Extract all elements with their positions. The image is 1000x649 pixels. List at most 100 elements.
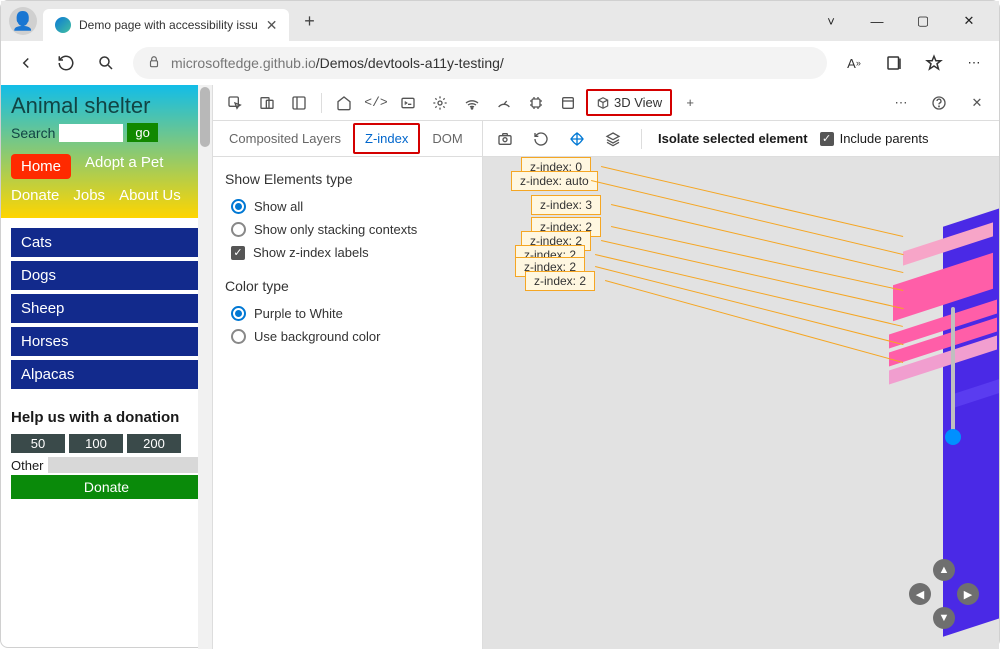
screenshot-icon[interactable] (493, 127, 517, 151)
leader-line (591, 180, 903, 255)
minimize-button[interactable]: — (855, 6, 899, 36)
pan-icon[interactable] (565, 127, 589, 151)
search-input[interactable] (59, 124, 123, 142)
zindex-label: z-index: 3 (531, 195, 601, 215)
subtab-dom[interactable]: DOM (422, 125, 472, 152)
cube-icon (596, 96, 610, 110)
radio-icon (231, 329, 246, 344)
favorite-icon[interactable] (921, 50, 947, 76)
opt-show-stacking[interactable]: Show only stacking contexts (225, 218, 470, 241)
help-icon[interactable] (925, 89, 953, 117)
back-button[interactable] (13, 50, 39, 76)
subtab-composited[interactable]: Composited Layers (219, 125, 351, 152)
close-devtools-button[interactable]: ✕ (963, 89, 991, 117)
donate-button[interactable]: Donate (11, 475, 202, 499)
nav-pad: ▲ ▼ ◀ ▶ (909, 559, 979, 629)
devtools-tabbar: </> 3D View + ⋯ ✕ (213, 85, 999, 121)
retake-icon[interactable] (529, 127, 553, 151)
3d-canvas[interactable]: Isolate selected element ✓Include parent… (483, 121, 999, 649)
more-tabs-button[interactable]: + (676, 89, 704, 117)
opt-bg-color[interactable]: Use background color (225, 325, 470, 348)
opt-purple[interactable]: Purple to White (225, 302, 470, 325)
device-icon[interactable] (253, 89, 281, 117)
leader-line (595, 266, 903, 345)
nav-adopt[interactable]: Adopt a Pet (85, 154, 163, 179)
collections-icon[interactable] (881, 50, 907, 76)
sidenav-cats[interactable]: Cats (11, 228, 202, 257)
welcome-icon[interactable] (330, 89, 358, 117)
page-viewport: Animal shelter Search go Home Adopt a Pe… (1, 85, 213, 649)
amount-50[interactable]: 50 (11, 434, 65, 453)
tab-3d-view[interactable]: 3D View (586, 89, 672, 116)
zoom-slider-thumb[interactable] (945, 429, 961, 445)
radio-icon (231, 306, 246, 321)
search-button[interactable] (93, 50, 119, 76)
nav-jobs[interactable]: Jobs (73, 187, 105, 204)
layers-icon[interactable] (601, 127, 625, 151)
close-window-button[interactable]: ✕ (947, 6, 991, 36)
zindex-panel: Show Elements type Show all Show only st… (213, 157, 482, 362)
sidenav-dogs[interactable]: Dogs (11, 261, 202, 290)
application-icon[interactable] (554, 89, 582, 117)
console-icon[interactable] (394, 89, 422, 117)
close-icon[interactable]: ✕ (266, 17, 278, 34)
site-info-icon[interactable] (147, 55, 161, 72)
nav-donate[interactable]: Donate (11, 187, 59, 204)
sidenav-alpacas[interactable]: Alpacas (11, 360, 202, 389)
nav-left-button[interactable]: ◀ (909, 583, 931, 605)
edge-favicon (55, 17, 71, 33)
other-label: Other (11, 458, 44, 473)
nav-up-button[interactable]: ▲ (933, 559, 955, 581)
zindex-label: z-index: auto (511, 171, 598, 191)
tab-title: Demo page with accessibility issu (79, 18, 258, 32)
radio-icon (231, 222, 246, 237)
sidenav-horses[interactable]: Horses (11, 327, 202, 356)
read-aloud-icon[interactable]: A» (841, 50, 867, 76)
canvas-toolbar: Isolate selected element ✓Include parent… (483, 121, 999, 157)
network-icon[interactable] (458, 89, 486, 117)
profile-icon[interactable]: 👤 (9, 7, 37, 35)
browser-titlebar: 👤 Demo page with accessibility issu ✕ + … (1, 1, 999, 41)
new-tab-button[interactable]: + (295, 7, 323, 35)
sources-icon[interactable] (426, 89, 454, 117)
subtabs: Composited Layers Z-index DOM (213, 121, 482, 157)
elements-type-heading: Show Elements type (225, 171, 470, 187)
page-title: Animal shelter (11, 93, 202, 119)
opt-show-all[interactable]: Show all (225, 195, 470, 218)
3d-stage[interactable]: z-index: 0z-index: autoz-index: 3z-index… (483, 157, 999, 649)
devtools-more-icon[interactable]: ⋯ (887, 89, 915, 117)
other-amount-input[interactable] (48, 457, 213, 473)
page-scrollbar[interactable] (198, 85, 212, 649)
nav-about[interactable]: About Us (119, 187, 181, 204)
leader-line (605, 280, 903, 363)
leader-line (601, 166, 903, 237)
nav-down-button[interactable]: ▼ (933, 607, 955, 629)
amount-200[interactable]: 200 (127, 434, 181, 453)
refresh-button[interactable] (53, 50, 79, 76)
inspect-icon[interactable] (221, 89, 249, 117)
performance-icon[interactable] (490, 89, 518, 117)
nav-home[interactable]: Home (11, 154, 71, 179)
amount-100[interactable]: 100 (69, 434, 123, 453)
maximize-button[interactable]: ▢ (901, 6, 945, 36)
elements-icon[interactable]: </> (362, 89, 390, 117)
opt-show-labels[interactable]: ✓Show z-index labels (225, 241, 470, 264)
leader-line (611, 204, 903, 273)
memory-icon[interactable] (522, 89, 550, 117)
browser-tab[interactable]: Demo page with accessibility issu ✕ (43, 9, 289, 41)
isolate-label: Isolate selected element (658, 131, 808, 146)
sidenav-sheep[interactable]: Sheep (11, 294, 202, 323)
url-bar: microsoftedge.github.io/Demos/devtools-a… (1, 41, 999, 85)
side-nav: Cats Dogs Sheep Horses Alpacas (1, 218, 212, 399)
nav-right-button[interactable]: ▶ (957, 583, 979, 605)
omnibox[interactable]: microsoftedge.github.io/Demos/devtools-a… (133, 47, 827, 79)
url-text: microsoftedge.github.io/Demos/devtools-a… (171, 55, 504, 71)
include-parents-checkbox[interactable]: ✓Include parents (820, 131, 929, 146)
go-button[interactable]: go (127, 123, 157, 142)
dock-icon[interactable] (285, 89, 313, 117)
more-menu-icon[interactable]: ⋯ (961, 50, 987, 76)
subtab-zindex[interactable]: Z-index (353, 123, 420, 154)
devtools-left-panel: Composited Layers Z-index DOM Show Eleme… (213, 121, 483, 649)
tab-actions-chevron-icon[interactable]: ˅ (809, 6, 853, 36)
zoom-slider-track[interactable] (951, 307, 955, 437)
